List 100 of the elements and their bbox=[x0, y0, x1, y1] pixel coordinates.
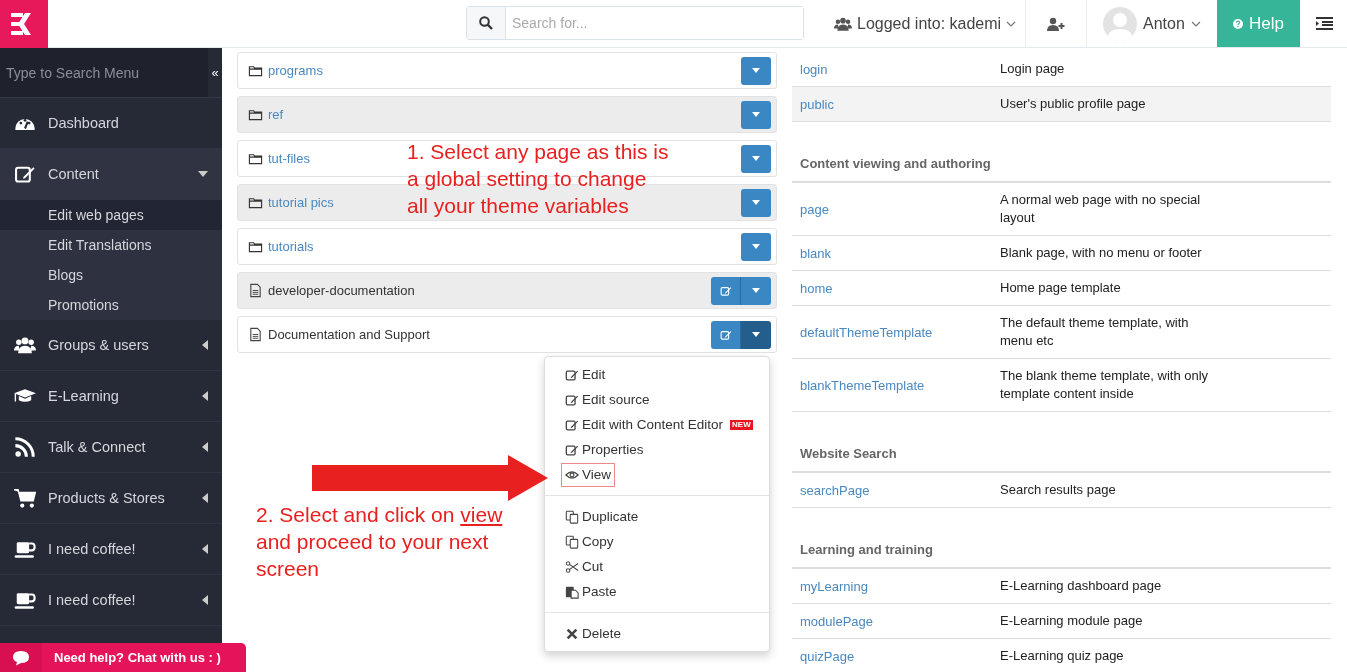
sidebar-item[interactable]: Groups & users bbox=[0, 320, 222, 371]
account-switcher[interactable]: Logged into: kademi bbox=[834, 0, 1026, 47]
template-description: E-Learning module page bbox=[1000, 612, 1144, 630]
caret-icon bbox=[752, 288, 760, 293]
caret-icon bbox=[752, 156, 760, 161]
search-field[interactable]: Search for... bbox=[466, 6, 804, 40]
folder-icon bbox=[248, 195, 263, 210]
scissors-icon bbox=[565, 559, 579, 574]
caret-left-icon bbox=[202, 442, 208, 452]
page-name[interactable]: developer-documentation bbox=[268, 283, 415, 298]
template-link[interactable]: searchPage bbox=[800, 474, 1000, 506]
template-description: The default theme template, with menu etc bbox=[1000, 314, 1190, 350]
add-user-icon[interactable] bbox=[1047, 16, 1065, 31]
copy-icon bbox=[565, 534, 579, 549]
menu-item[interactable]: Properties bbox=[545, 437, 769, 462]
template-link[interactable]: myLearning bbox=[800, 570, 1000, 602]
sidebar-item[interactable]: E-Learning bbox=[0, 371, 222, 422]
menu-search-field[interactable]: Type to Search Menu bbox=[0, 48, 208, 97]
user-menu[interactable]: Anton bbox=[1087, 0, 1217, 47]
caret-left-icon bbox=[202, 544, 208, 554]
caret-left-icon bbox=[202, 340, 208, 350]
menu-item[interactable]: Cut bbox=[545, 554, 769, 579]
new-badge: NEW bbox=[730, 419, 753, 430]
section-heading: Website Search bbox=[792, 412, 1331, 473]
caret-icon bbox=[752, 112, 760, 117]
template-link[interactable]: modulePage bbox=[800, 605, 1000, 637]
template-link[interactable]: quizPage bbox=[800, 640, 1000, 672]
submenu-item[interactable]: Edit Translations bbox=[0, 230, 222, 260]
dropdown-button[interactable] bbox=[741, 276, 771, 305]
cart-icon bbox=[14, 487, 36, 509]
edit-icon bbox=[565, 417, 579, 432]
menu-item[interactable]: Edit bbox=[545, 362, 769, 387]
menu-item[interactable]: View bbox=[545, 462, 769, 487]
template-description: E-Learning dashboard page bbox=[1000, 577, 1163, 595]
submenu-item[interactable]: Promotions bbox=[0, 290, 222, 320]
caret-icon bbox=[752, 332, 760, 337]
caret-left-icon bbox=[202, 493, 208, 503]
dropdown-button[interactable] bbox=[741, 320, 771, 349]
page-name[interactable]: Documentation and Support bbox=[268, 327, 430, 342]
dropdown-button[interactable] bbox=[741, 144, 771, 173]
template-link[interactable]: blankThemeTemplate bbox=[800, 369, 1000, 401]
template-description: Search results page bbox=[1000, 481, 1117, 499]
menu-item[interactable]: Edit source bbox=[545, 387, 769, 412]
edit-icon bbox=[719, 284, 732, 297]
chat-button[interactable]: Need help? Chat with us : ) bbox=[0, 643, 246, 672]
template-link[interactable]: blank bbox=[800, 237, 1000, 269]
logo[interactable] bbox=[0, 0, 48, 48]
annotation-text: 1. Select any page as this is a global setting to change all your theme variables bbox=[407, 139, 669, 219]
sidebar-item[interactable]: I need coffee! bbox=[0, 524, 222, 575]
page-name[interactable]: programs bbox=[268, 63, 323, 78]
document-icon bbox=[248, 283, 263, 298]
edit-icon bbox=[565, 392, 579, 407]
section-heading: Content viewing and authoring bbox=[792, 122, 1331, 183]
edit-button[interactable] bbox=[711, 276, 741, 305]
edit-icon bbox=[565, 367, 579, 382]
menu-item[interactable]: Paste bbox=[545, 579, 769, 604]
copy-icon bbox=[565, 509, 579, 524]
template-description: Home page template bbox=[1000, 279, 1122, 297]
template-link[interactable]: login bbox=[800, 53, 1000, 85]
sidebar-item[interactable]: Content bbox=[0, 149, 222, 200]
template-link[interactable]: page bbox=[800, 193, 1000, 225]
template-link[interactable]: home bbox=[800, 272, 1000, 304]
section-heading: Learning and training bbox=[792, 508, 1331, 569]
template-link[interactable]: defaultThemeTemplate bbox=[800, 316, 1000, 348]
sidebar-item[interactable]: Products & Stores bbox=[0, 473, 222, 524]
annotation-text: 2. Select and click on view and proceed to your next screen bbox=[256, 502, 503, 582]
rss-icon bbox=[14, 436, 36, 458]
sidebar-item[interactable]: Talk & Connect bbox=[0, 422, 222, 473]
menu-icon[interactable] bbox=[1316, 17, 1333, 30]
search-icon[interactable] bbox=[479, 16, 493, 30]
edit-button[interactable] bbox=[711, 320, 741, 349]
dropdown-button[interactable] bbox=[741, 188, 771, 217]
template-link[interactable]: public bbox=[800, 88, 1000, 120]
delete-icon bbox=[565, 626, 579, 641]
chat-bubble-icon bbox=[12, 649, 30, 666]
page-name[interactable]: tutorials bbox=[268, 239, 314, 254]
caret-left-icon bbox=[202, 595, 208, 605]
document-icon bbox=[248, 327, 263, 342]
template-description: E-Learning quiz page bbox=[1000, 647, 1125, 665]
sidebar-item[interactable]: I need coffee! bbox=[0, 575, 222, 626]
dropdown-button[interactable] bbox=[741, 100, 771, 129]
dropdown-button[interactable] bbox=[741, 232, 771, 261]
template-description: Login page bbox=[1000, 60, 1066, 78]
dropdown-button[interactable] bbox=[741, 56, 771, 85]
menu-item[interactable]: Delete bbox=[545, 621, 769, 646]
menu-item[interactable]: Duplicate bbox=[545, 504, 769, 529]
caret-icon bbox=[752, 68, 760, 73]
submenu-item[interactable]: Blogs bbox=[0, 260, 222, 290]
caret-icon bbox=[752, 200, 760, 205]
clipboard-icon bbox=[565, 584, 579, 599]
submenu-item[interactable]: Edit web pages bbox=[0, 200, 222, 230]
caret-left-icon bbox=[202, 391, 208, 401]
template-description: A normal web page with no special layout bbox=[1000, 191, 1202, 227]
template-description: User's public profile page bbox=[1000, 95, 1147, 113]
folder-icon bbox=[248, 107, 263, 122]
menu-item[interactable]: Copy bbox=[545, 529, 769, 554]
page-name[interactable]: tut-files bbox=[268, 151, 310, 166]
caret-icon bbox=[1190, 20, 1201, 27]
edit-icon bbox=[719, 328, 732, 341]
menu-item[interactable]: Edit with Content Editor NEW bbox=[545, 412, 769, 437]
